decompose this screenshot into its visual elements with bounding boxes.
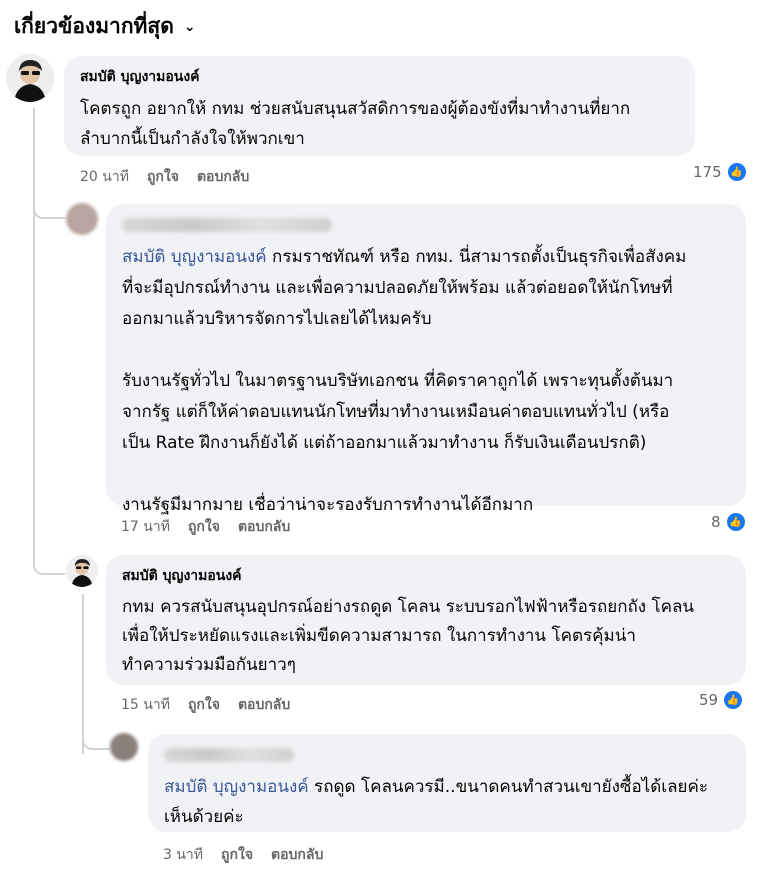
comment-author[interactable]: สมบัติ บุญงามอนงค์	[122, 565, 730, 587]
reply-button[interactable]: ตอบกลับ	[238, 516, 290, 538]
comment-bubble: สมบัติ บุญงามอนงค์ กทม ควรสนับสนุนอุปกรณ…	[106, 555, 746, 685]
comment-time[interactable]: 17 นาที	[121, 516, 170, 538]
reply-button[interactable]: ตอบกลับ	[197, 166, 249, 188]
comment-text: สมบัติ บุญงามอนงค์ รถดูด โคลนควรมี..ขนาด…	[164, 772, 730, 832]
like-button[interactable]: ถูกใจ	[188, 516, 220, 538]
reply-button[interactable]: ตอบกลับ	[271, 844, 323, 866]
reaction-count[interactable]: 175 👍	[693, 163, 746, 181]
sort-label: เกี่ยวข้องมากที่สุด	[14, 14, 174, 38]
like-button[interactable]: ถูกใจ	[221, 844, 253, 866]
like-button[interactable]: ถูกใจ	[188, 694, 220, 716]
chevron-down-icon: ⌄	[183, 18, 196, 35]
comment-time[interactable]: 3 นาที	[163, 844, 203, 866]
avatar[interactable]	[66, 555, 98, 587]
comment-bubble: สมบัติ บุญงามอนงค์ โคตรถูก อยากให้ กทม ช…	[64, 56, 695, 156]
comment-text: สมบัติ บุญงามอนงค์ กรมราชทัณฑ์ หรือ กทม.…	[122, 242, 730, 521]
sort-dropdown[interactable]: เกี่ยวข้องมากที่สุด ⌄	[14, 10, 196, 43]
comment-author-blurred[interactable]	[122, 218, 332, 232]
mention-link[interactable]: สมบัติ บุญงามอนงค์	[164, 777, 309, 797]
comment-text: โคตรถูก อยากให้ กทม ช่วยสนับสนุนสวัสดิกา…	[80, 99, 631, 149]
comment-actions: 20 นาที ถูกใจ ตอบกลับ	[80, 166, 249, 188]
thumbs-up-icon: 👍	[726, 513, 745, 531]
comment-actions: 3 นาที ถูกใจ ตอบกลับ	[163, 844, 323, 866]
comment-actions: 15 นาที ถูกใจ ตอบกลับ	[121, 694, 290, 716]
reaction-count-label: 8	[711, 513, 721, 531]
comment-author[interactable]: สมบัติ บุญงามอนงค์	[80, 66, 679, 88]
avatar[interactable]	[110, 733, 138, 761]
reaction-count-label: 175	[693, 163, 722, 181]
comment-bubble: สมบัติ บุญงามอนงค์ กรมราชทัณฑ์ หรือ กทม.…	[106, 204, 746, 515]
like-button[interactable]: ถูกใจ	[147, 166, 179, 188]
reaction-count[interactable]: 59 👍	[699, 691, 743, 709]
mention-link[interactable]: สมบัติ บุญงามอนงค์	[122, 247, 267, 267]
comment-actions: 17 นาที ถูกใจ ตอบกลับ	[121, 516, 290, 538]
comment-time[interactable]: 20 นาที	[80, 166, 129, 188]
avatar[interactable]	[6, 54, 54, 102]
reply-button[interactable]: ตอบกลับ	[238, 694, 290, 716]
avatar-image	[6, 54, 54, 102]
comment-time[interactable]: 15 นาที	[121, 694, 170, 716]
comment-text-body: กรมราชทัณฑ์ หรือ กทม. นี่สามารถตั้งเป็นธ…	[122, 247, 687, 515]
thumbs-up-icon: 👍	[724, 691, 743, 709]
comment-text: กทม ควรสนับสนุนอุปกรณ์อย่างรถดูด โคลน ระ…	[122, 597, 695, 675]
thumbs-up-icon: 👍	[727, 163, 746, 181]
reaction-count[interactable]: 8 👍	[711, 513, 745, 531]
comment-author-blurred[interactable]	[164, 748, 294, 762]
comment-bubble: สมบัติ บุญงามอนงค์ รถดูด โคลนควรมี..ขนาด…	[148, 734, 746, 832]
avatar[interactable]	[66, 203, 98, 235]
avatar-image	[66, 555, 98, 587]
reaction-count-label: 59	[699, 691, 719, 709]
